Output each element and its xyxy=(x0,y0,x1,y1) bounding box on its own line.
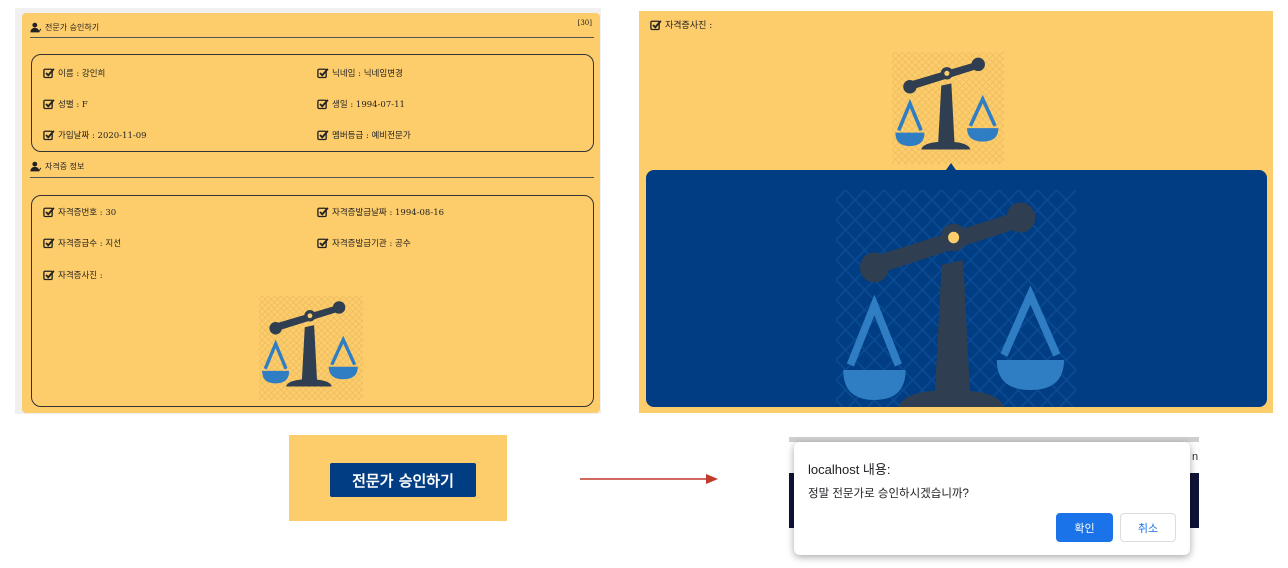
cert-photo-text: 자격증사진 : xyxy=(665,21,713,31)
confirm-ok-button[interactable]: 확인 xyxy=(1056,513,1113,542)
cert-number-field: 자격증번호 : 30 xyxy=(43,206,116,218)
cert-divider xyxy=(30,177,594,178)
confirm-dialog: localhost 내용: 정말 전문가로 승인하시겠습니까? 확인 취소 xyxy=(794,442,1190,555)
cert-number-text: 자격증번호 : 30 xyxy=(58,208,117,218)
cert-issuer-text: 자격증발급기관 : 공수 xyxy=(332,239,411,249)
expert-approval-title: 전문가 승인하기 xyxy=(45,22,100,32)
checkbox-icon xyxy=(43,98,55,110)
checkbox-icon xyxy=(317,129,329,141)
member-grade-field: 멤버등급 : 예비전문가 xyxy=(317,129,411,141)
checkbox-icon xyxy=(317,67,329,79)
gender-field: 성별 : F xyxy=(43,98,88,110)
expert-approval-card: 전문가 승인하기 [30] 이름 : 강인희 닉네임 : 닉네임변경 성별 : … xyxy=(22,13,600,413)
cert-section-title: 자격증 정보 xyxy=(45,161,85,171)
background-page-text: n xyxy=(1192,451,1199,463)
checkbox-icon xyxy=(43,206,55,218)
enlarged-photo-popover[interactable] xyxy=(646,170,1267,407)
checkbox-icon xyxy=(317,237,329,249)
cert-grade-field: 자격증급수 : 지선 xyxy=(43,237,121,249)
cert-photo-thumbnail[interactable] xyxy=(892,52,1004,164)
checkbox-icon xyxy=(43,67,55,79)
checkbox-icon xyxy=(43,269,55,281)
cert-photo-text: 자격증사진 : xyxy=(58,271,103,281)
cert-photo-field: 자격증사진 : xyxy=(650,18,712,31)
cert-issuer-field: 자격증발급기관 : 공수 xyxy=(317,237,411,249)
cert-section-header: 자격증 정보 xyxy=(30,158,84,174)
profile-info-box: 이름 : 강인희 닉네임 : 닉네임변경 성별 : F 생일 : 1994-07… xyxy=(31,54,594,152)
popover-caret xyxy=(946,163,956,170)
join-date-field: 가입날짜 : 2020-11-09 xyxy=(43,129,147,141)
dialog-message: 정말 전문가로 승인하시겠습니까? xyxy=(808,488,969,500)
arrow-icon xyxy=(580,474,718,484)
enlarged-cert-photo xyxy=(836,190,1076,407)
checkbox-icon xyxy=(43,129,55,141)
birth-field: 생일 : 1994-07-11 xyxy=(317,98,405,110)
cert-photo-field: 자격증사진 : xyxy=(43,269,103,281)
member-grade-text: 멤버등급 : 예비전문가 xyxy=(332,131,411,141)
request-count: [30] xyxy=(577,19,592,27)
person-icon xyxy=(30,161,41,172)
cert-photo-thumbnail[interactable] xyxy=(259,296,363,400)
birth-text: 생일 : 1994-07-11 xyxy=(332,100,405,110)
approve-expert-button[interactable]: 전문가 승인하기 xyxy=(330,463,476,497)
checkbox-icon xyxy=(317,206,329,218)
cert-grade-text: 자격증급수 : 지선 xyxy=(58,239,122,249)
checkbox-icon xyxy=(650,19,662,31)
cert-issue-date-field: 자격증발급날짜 : 1994-08-16 xyxy=(317,206,444,218)
gender-text: 성별 : F xyxy=(58,100,88,110)
expert-approval-header: 전문가 승인하기 xyxy=(30,19,99,35)
confirm-cancel-button[interactable]: 취소 xyxy=(1120,513,1176,542)
name-text: 이름 : 강인희 xyxy=(58,69,106,79)
approve-button-panel: 전문가 승인하기 xyxy=(289,435,507,521)
nickname-text: 닉네임 : 닉네임변경 xyxy=(332,69,403,79)
checkbox-icon xyxy=(43,237,55,249)
name-field: 이름 : 강인희 xyxy=(43,67,105,79)
header-divider xyxy=(30,37,594,38)
checkbox-icon xyxy=(317,98,329,110)
dialog-title: localhost 내용: xyxy=(808,462,891,477)
cert-issue-date-text: 자격증발급날짜 : 1994-08-16 xyxy=(332,208,445,218)
join-date-text: 가입날짜 : 2020-11-09 xyxy=(58,131,147,141)
cert-info-box: 자격증번호 : 30 자격증발급날짜 : 1994-08-16 자격증급수 : … xyxy=(31,195,594,407)
person-icon xyxy=(30,22,41,33)
nickname-field: 닉네임 : 닉네임변경 xyxy=(317,67,403,79)
